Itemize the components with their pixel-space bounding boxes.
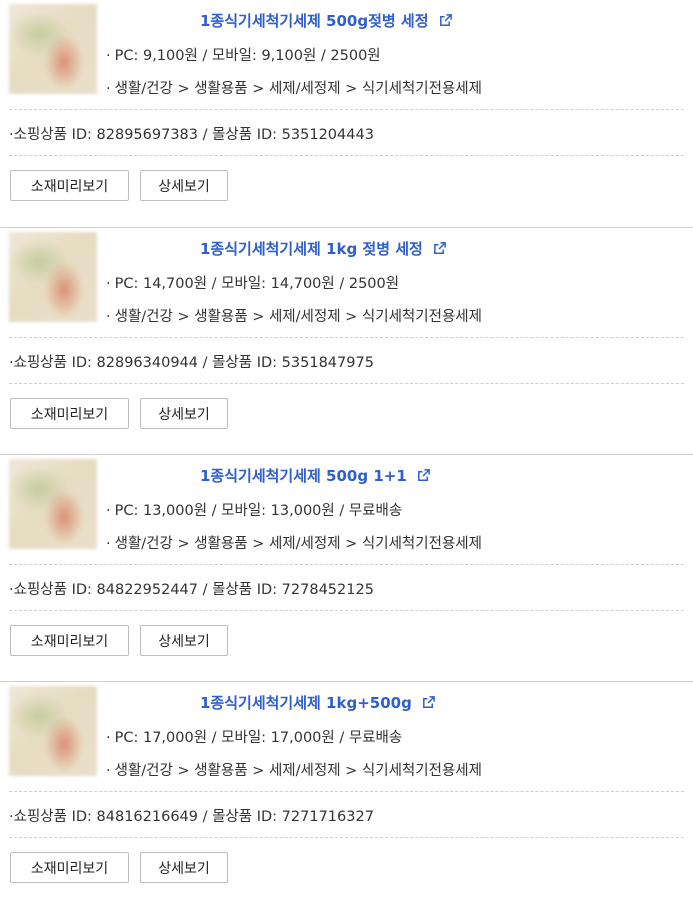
product-card: 1종식기세척기세제 1kg 젖병 세정 · PC: 14,700원 / 모바일: … (0, 227, 693, 454)
divider (9, 564, 684, 565)
id-line: ·쇼핑상품 ID: 82896340944 / 몰상품 ID: 53518479… (9, 351, 374, 372)
price-line: · PC: 17,000원 / 모바일: 17,000원 / 무료배송 (106, 726, 402, 747)
price-text: PC: 14,700원 / 모바일: 14,700원 / 2500원 (114, 276, 400, 292)
product-title-row: 1종식기세척기세제 1kg 젖병 세정 (200, 238, 447, 259)
category-text: 생활/건강 > 생활용품 > 세제/세정제 > 식기세척기전용세제 (114, 309, 482, 325)
external-link-icon[interactable] (421, 695, 436, 710)
price-text: PC: 17,000원 / 모바일: 17,000원 / 무료배송 (114, 730, 403, 746)
product-title-link[interactable]: 1종식기세척기세제 500g젖병 세정 (200, 10, 429, 31)
bullet: · (106, 763, 111, 779)
bullet: · (106, 503, 111, 519)
preview-button[interactable]: 소재미리보기 (10, 625, 129, 656)
product-list: 1종식기세척기세제 500g젖병 세정 · PC: 9,100원 / 모바일: 9… (0, 0, 693, 908)
category-line: · 생활/건강 > 생활용품 > 세제/세정제 > 식기세척기전용세제 (106, 532, 482, 553)
category-text: 생활/건강 > 생활용품 > 세제/세정제 > 식기세척기전용세제 (114, 536, 482, 552)
price-line: · PC: 14,700원 / 모바일: 14,700원 / 2500원 (106, 272, 399, 293)
divider (9, 337, 684, 338)
product-card: 1종식기세척기세제 500g젖병 세정 · PC: 9,100원 / 모바일: 9… (0, 0, 693, 227)
product-title-link[interactable]: 1종식기세척기세제 1kg 젖병 세정 (200, 238, 423, 259)
divider (9, 155, 684, 156)
product-title-row: 1종식기세척기세제 500g 1+1 (200, 465, 431, 486)
preview-button[interactable]: 소재미리보기 (10, 852, 129, 883)
product-thumbnail[interactable] (9, 686, 97, 776)
bullet: · (106, 276, 111, 292)
id-text: 쇼핑상품 ID: 84822952447 / 몰상품 ID: 727845212… (13, 582, 374, 598)
bullet: · (106, 536, 111, 552)
divider (9, 837, 684, 838)
detail-button[interactable]: 상세보기 (140, 170, 228, 201)
divider (9, 109, 684, 110)
product-title-row: 1종식기세척기세제 500g젖병 세정 (200, 10, 453, 31)
divider (9, 610, 684, 611)
category-text: 생활/건강 > 생활용품 > 세제/세정제 > 식기세척기전용세제 (114, 763, 482, 779)
detail-button[interactable]: 상세보기 (140, 625, 228, 656)
product-card: 1종식기세척기세제 1kg+500g · PC: 17,000원 / 모바일: 1… (0, 681, 693, 908)
price-line: · PC: 13,000원 / 모바일: 13,000원 / 무료배송 (106, 499, 402, 520)
bullet: · (106, 309, 111, 325)
price-text: PC: 9,100원 / 모바일: 9,100원 / 2500원 (114, 48, 381, 64)
id-text: 소핑상품 ID: 82895697383 / 몰상품 ID: 535120444… (13, 127, 374, 143)
bullet: · (106, 48, 111, 64)
bullet: · (106, 81, 111, 97)
divider (9, 383, 684, 384)
external-link-icon[interactable] (432, 241, 447, 256)
category-line: · 생활/건강 > 생활용품 > 세제/세정제 > 식기세척기전용세제 (106, 759, 482, 780)
product-title-link[interactable]: 1종식기세척기세제 1kg+500g (200, 692, 412, 713)
category-text: 생활/건강 > 생활용품 > 세제/세정제 > 식기세척기전용세제 (114, 81, 482, 97)
id-line: ·쇼핑상품 ID: 84816216649 / 몰상품 ID: 72717163… (9, 805, 374, 826)
external-link-icon[interactable] (416, 468, 431, 483)
id-text: 쇼핑상품 ID: 84816216649 / 몰상품 ID: 727171632… (13, 809, 374, 825)
price-text: PC: 13,000원 / 모바일: 13,000원 / 무료배송 (114, 503, 403, 519)
product-title-row: 1종식기세척기세제 1kg+500g (200, 692, 436, 713)
external-link-icon[interactable] (438, 13, 453, 28)
bullet: · (106, 730, 111, 746)
product-card: 1종식기세척기세제 500g 1+1 · PC: 13,000원 / 모바일: 1… (0, 454, 693, 681)
divider (9, 791, 684, 792)
product-thumbnail[interactable] (9, 459, 97, 549)
category-line: · 생활/건강 > 생활용품 > 세제/세정제 > 식기세척기전용세제 (106, 77, 482, 98)
id-text: 쇼핑상품 ID: 82896340944 / 몰상품 ID: 535184797… (13, 355, 374, 371)
preview-button[interactable]: 소재미리보기 (10, 398, 129, 429)
id-line: ·소핑상품 ID: 82895697383 / 몰상품 ID: 53512044… (9, 123, 374, 144)
product-thumbnail[interactable] (9, 232, 97, 322)
product-thumbnail[interactable] (9, 4, 97, 94)
preview-button[interactable]: 소재미리보기 (10, 170, 129, 201)
detail-button[interactable]: 상세보기 (140, 852, 228, 883)
price-line: · PC: 9,100원 / 모바일: 9,100원 / 2500원 (106, 44, 381, 65)
id-line: ·쇼핑상품 ID: 84822952447 / 몰상품 ID: 72784521… (9, 578, 374, 599)
category-line: · 생활/건강 > 생활용품 > 세제/세정제 > 식기세척기전용세제 (106, 305, 482, 326)
detail-button[interactable]: 상세보기 (140, 398, 228, 429)
product-title-link[interactable]: 1종식기세척기세제 500g 1+1 (200, 465, 407, 486)
